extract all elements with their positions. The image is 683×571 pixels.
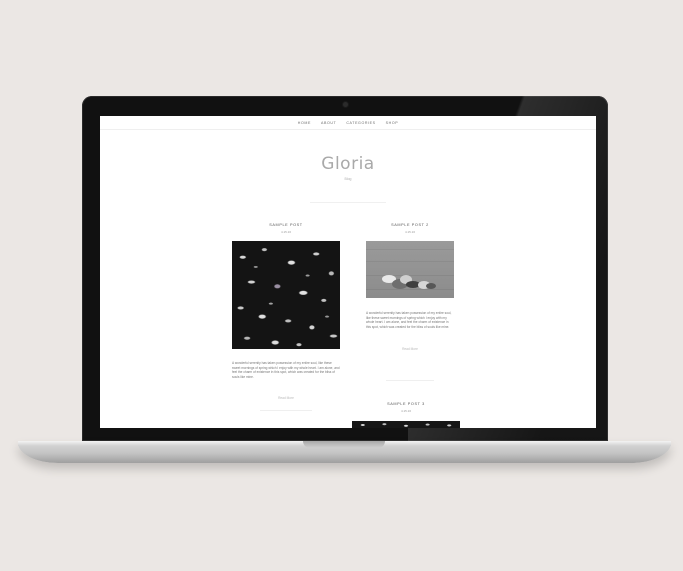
rug-texture (366, 289, 454, 290)
post-title[interactable]: SAMPLE POST 3 (352, 402, 460, 406)
header-divider (310, 202, 386, 203)
opening-notch (303, 441, 385, 448)
laptop-base (18, 441, 671, 463)
read-more-link[interactable]: Read More (366, 347, 454, 351)
post-card: SAMPLE POST 2 4.15.16 (366, 223, 454, 234)
nav-item-about[interactable]: ABOUT (321, 121, 336, 125)
post-excerpt: A wonderful serenity has taken possessio… (366, 311, 452, 329)
post-date: 4.15.16 (400, 409, 411, 413)
nav-item-categories[interactable]: CATEGORIES (346, 121, 375, 125)
cat-figure (426, 283, 436, 289)
post-image[interactable] (232, 241, 340, 349)
site-title[interactable]: Gloria (100, 154, 596, 174)
post-excerpt-block: A wonderful serenity has taken possessio… (232, 361, 340, 379)
nav-item-home[interactable]: HOME (298, 121, 311, 125)
post-divider (386, 380, 434, 381)
camera-icon (343, 102, 348, 107)
post-card: SAMPLE POST 4.15.16 (232, 223, 340, 234)
site-tagline: Blog (344, 177, 352, 181)
browser-screen: HOME ABOUT CATEGORIES SHOP Gloria Blog S… (100, 116, 596, 428)
rug-texture (366, 261, 454, 262)
post-excerpt: A wonderful serenity has taken possessio… (232, 361, 340, 379)
nav-divider (100, 129, 596, 130)
post-image[interactable] (352, 421, 460, 428)
nav-item-shop[interactable]: SHOP (386, 121, 399, 125)
post-date: 4.15.16 (404, 230, 415, 234)
post-title[interactable]: SAMPLE POST 2 (366, 223, 454, 227)
read-more-block: Read More (366, 347, 454, 351)
post-image[interactable] (366, 241, 454, 298)
read-more-block: Read More (232, 396, 340, 400)
post-date: 4.15.16 (280, 230, 291, 234)
post-divider (260, 410, 312, 411)
top-nav: HOME ABOUT CATEGORIES SHOP (100, 121, 596, 125)
post-excerpt-block: A wonderful serenity has taken possessio… (366, 311, 454, 329)
post-card: SAMPLE POST 3 4.15.16 (352, 402, 460, 413)
post-title[interactable]: SAMPLE POST (232, 223, 340, 227)
rug-texture (366, 249, 454, 250)
read-more-link[interactable]: Read More (232, 396, 340, 400)
